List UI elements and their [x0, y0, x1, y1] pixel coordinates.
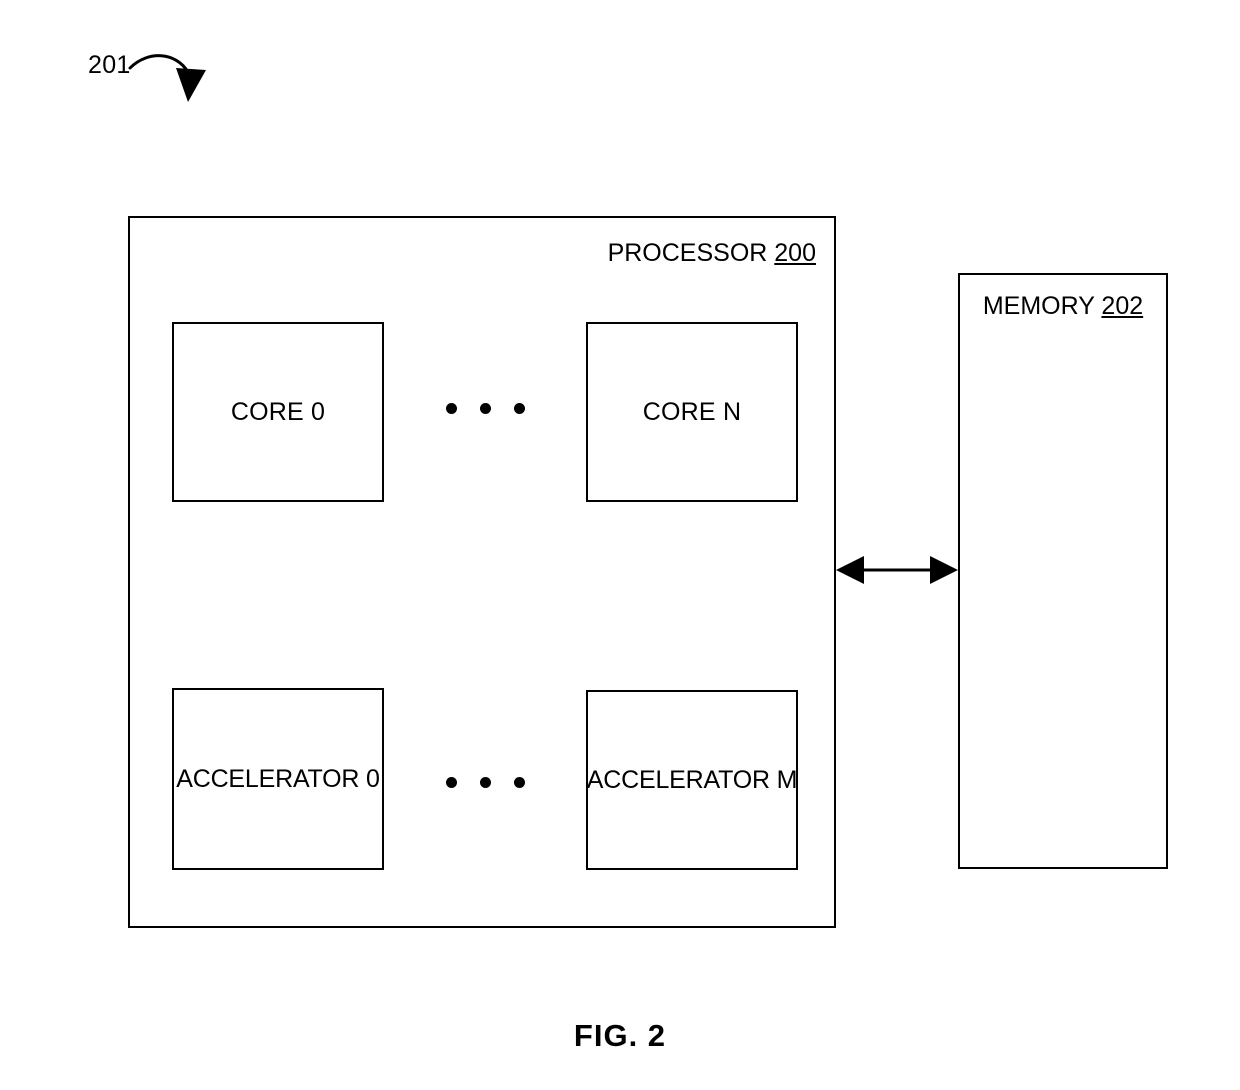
- accelerator-0-box: ACCELERATOR 0: [172, 688, 384, 870]
- cores-ellipsis: [446, 403, 525, 414]
- ellipsis-dot: [446, 777, 457, 788]
- ellipsis-dot: [514, 777, 525, 788]
- figure-canvas: 201 PROCESSOR 200 CORE 0 CORE N ACCELERA…: [0, 0, 1240, 1090]
- processor-reference-number: 200: [774, 239, 816, 267]
- ellipsis-dot: [480, 403, 491, 414]
- reference-callout-201: 201: [88, 50, 218, 110]
- curved-leader-arrow-icon: [128, 54, 206, 102]
- core-n-box: CORE N: [586, 322, 798, 502]
- figure-caption: FIG. 2: [573, 1018, 667, 1053]
- accelerator-m-box: ACCELERATOR M: [586, 690, 798, 870]
- processor-memory-bidirectional-arrow-icon: [836, 556, 958, 584]
- processor-title: PROCESSOR 200: [608, 238, 816, 268]
- memory-title: MEMORY 202: [960, 291, 1166, 321]
- accelerator-m-label: ACCELERATOR M: [586, 766, 798, 794]
- ellipsis-dot: [446, 403, 457, 414]
- memory-block: MEMORY 202: [958, 273, 1168, 869]
- core-0-box: CORE 0: [172, 322, 384, 502]
- processor-block: PROCESSOR 200 CORE 0 CORE N ACCELERATOR …: [128, 216, 836, 928]
- ellipsis-dot: [514, 403, 525, 414]
- memory-reference-number: 202: [1101, 292, 1144, 320]
- accelerator-0-label: ACCELERATOR 0: [176, 765, 380, 793]
- memory-title-text: MEMORY: [982, 292, 1095, 320]
- accelerators-ellipsis: [446, 777, 525, 788]
- core-0-label: CORE 0: [230, 398, 326, 426]
- processor-title-text: PROCESSOR: [607, 239, 768, 267]
- reference-numeral-label: 201: [88, 51, 131, 79]
- core-n-label: CORE N: [642, 398, 742, 426]
- ellipsis-dot: [480, 777, 491, 788]
